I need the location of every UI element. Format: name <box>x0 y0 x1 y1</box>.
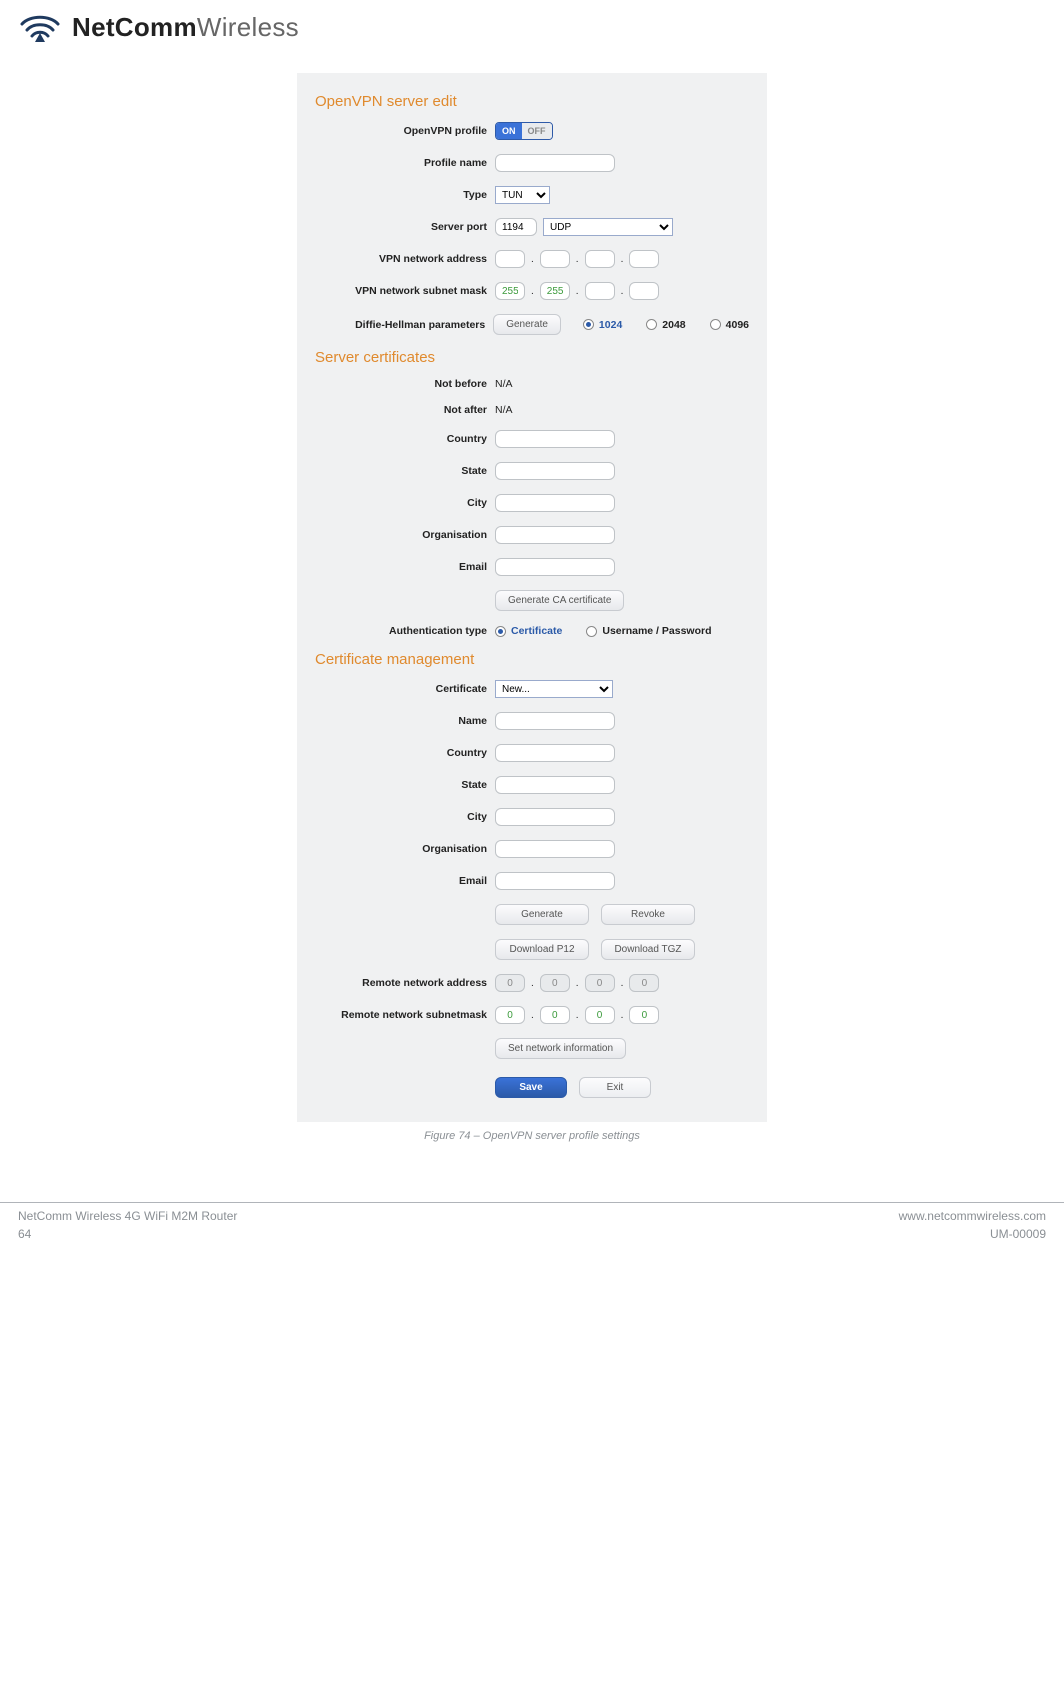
remote-addr-oct1[interactable] <box>495 974 525 992</box>
brand-logo: NetCommWireless <box>18 12 1046 43</box>
dh-2048-radio[interactable]: 2048 <box>646 319 685 331</box>
vpn-addr-oct2[interactable] <box>540 250 570 268</box>
download-p12-button[interactable]: Download P12 <box>495 939 589 960</box>
remote-mask-oct3[interactable] <box>585 1006 615 1024</box>
remote-addr-oct4[interactable] <box>629 974 659 992</box>
not-before-value: N/A <box>495 378 513 390</box>
label-mgmt-name: Name <box>315 715 495 727</box>
label-certificate: Certificate <box>315 683 495 695</box>
download-tgz-button[interactable]: Download TGZ <box>601 939 695 960</box>
settings-panel: OpenVPN server edit OpenVPN profile ON O… <box>297 73 767 1122</box>
mgmt-country-input[interactable] <box>495 744 615 762</box>
label-type: Type <box>315 189 495 201</box>
certificate-select[interactable]: New... <box>495 680 613 698</box>
brand-text: NetCommWireless <box>72 12 299 43</box>
footer-product: NetComm Wireless 4G WiFi M2M Router <box>18 1207 237 1225</box>
remote-mask-oct2[interactable] <box>540 1006 570 1024</box>
vpn-mask-oct4[interactable] <box>629 282 659 300</box>
cert-org-input[interactable] <box>495 526 615 544</box>
label-cert-city: City <box>315 497 495 509</box>
set-network-info-button[interactable]: Set network information <box>495 1038 626 1059</box>
cert-revoke-button[interactable]: Revoke <box>601 904 695 925</box>
label-remote-addr: Remote network address <box>315 977 495 989</box>
cert-state-input[interactable] <box>495 462 615 480</box>
vpn-addr-oct1[interactable] <box>495 250 525 268</box>
vpn-addr-oct3[interactable] <box>585 250 615 268</box>
dh-1024-radio[interactable]: 1024 <box>583 319 622 331</box>
cert-country-input[interactable] <box>495 430 615 448</box>
wifi-icon <box>18 13 62 43</box>
mgmt-city-input[interactable] <box>495 808 615 826</box>
mgmt-org-input[interactable] <box>495 840 615 858</box>
vpn-mask-oct3[interactable] <box>585 282 615 300</box>
label-dh: Diffie-Hellman parameters <box>315 319 493 331</box>
server-proto-select[interactable]: UDP <box>543 218 673 236</box>
generate-dh-button[interactable]: Generate <box>493 314 561 335</box>
label-vpn-addr: VPN network address <box>315 253 495 265</box>
footer-url: www.netcommwireless.com <box>899 1207 1046 1225</box>
not-after-value: N/A <box>495 404 513 416</box>
label-cert-country: Country <box>315 433 495 445</box>
exit-button[interactable]: Exit <box>579 1077 651 1098</box>
openvpn-profile-toggle[interactable]: ON OFF <box>495 122 553 140</box>
vpn-mask-oct1[interactable] <box>495 282 525 300</box>
section-title-mgmt: Certificate management <box>315 651 749 668</box>
remote-mask-oct4[interactable] <box>629 1006 659 1024</box>
label-cert-state: State <box>315 465 495 477</box>
label-not-after: Not after <box>315 404 495 416</box>
label-cert-email: Email <box>315 561 495 573</box>
profile-name-input[interactable] <box>495 154 615 172</box>
vpn-mask-oct2[interactable] <box>540 282 570 300</box>
cert-email-input[interactable] <box>495 558 615 576</box>
label-mgmt-state: State <box>315 779 495 791</box>
mgmt-name-input[interactable] <box>495 712 615 730</box>
label-mgmt-org: Organisation <box>315 843 495 855</box>
label-server-port: Server port <box>315 221 495 233</box>
auth-userpass-radio[interactable]: Username / Password <box>586 625 711 637</box>
section-title-certs: Server certificates <box>315 349 749 366</box>
cert-city-input[interactable] <box>495 494 615 512</box>
page-footer: NetComm Wireless 4G WiFi M2M Router 64 w… <box>0 1202 1064 1255</box>
save-button[interactable]: Save <box>495 1077 567 1098</box>
label-mgmt-country: Country <box>315 747 495 759</box>
label-not-before: Not before <box>315 378 495 390</box>
remote-addr-oct2[interactable] <box>540 974 570 992</box>
label-vpn-mask: VPN network subnet mask <box>315 285 495 297</box>
dh-4096-radio[interactable]: 4096 <box>710 319 749 331</box>
footer-page: 64 <box>18 1225 237 1243</box>
label-auth-type: Authentication type <box>315 625 495 637</box>
label-remote-mask: Remote network subnetmask <box>315 1009 495 1021</box>
vpn-addr-oct4[interactable] <box>629 250 659 268</box>
remote-addr-oct3[interactable] <box>585 974 615 992</box>
generate-ca-button[interactable]: Generate CA certificate <box>495 590 624 611</box>
mgmt-email-input[interactable] <box>495 872 615 890</box>
label-profile-name: Profile name <box>315 157 495 169</box>
section-title-edit: OpenVPN server edit <box>315 93 749 110</box>
label-openvpn-profile: OpenVPN profile <box>315 125 495 137</box>
server-port-input[interactable] <box>495 218 537 236</box>
cert-generate-button[interactable]: Generate <box>495 904 589 925</box>
label-mgmt-city: City <box>315 811 495 823</box>
figure-caption: Figure 74 – OpenVPN server profile setti… <box>18 1130 1046 1142</box>
label-cert-org: Organisation <box>315 529 495 541</box>
footer-doc: UM-00009 <box>899 1225 1046 1243</box>
auth-certificate-radio[interactable]: Certificate <box>495 625 562 637</box>
type-select[interactable]: TUN <box>495 186 550 204</box>
label-mgmt-email: Email <box>315 875 495 887</box>
remote-mask-oct1[interactable] <box>495 1006 525 1024</box>
mgmt-state-input[interactable] <box>495 776 615 794</box>
